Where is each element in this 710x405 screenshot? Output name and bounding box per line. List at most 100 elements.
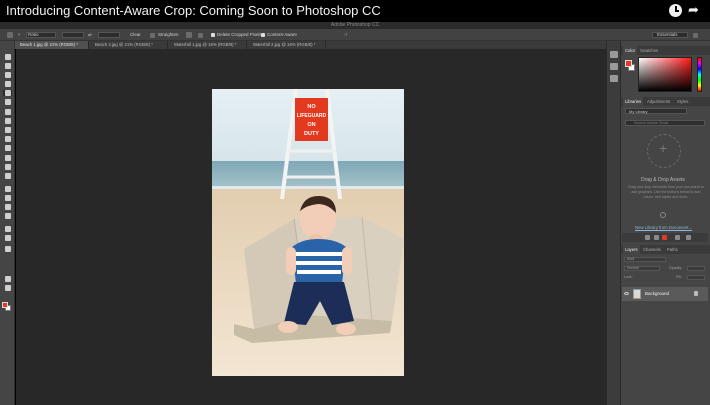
video-header: Introducing Content-Aware Crop: Coming S…: [0, 0, 710, 22]
height-field[interactable]: [98, 32, 120, 38]
workspace-label: Essentials: [657, 32, 678, 37]
tab-adjustments[interactable]: Adjustments: [645, 97, 672, 106]
layers-panel-tabs: Layers Channels Paths: [621, 245, 710, 254]
right-panels: Color Swatches Libraries Adjustments Sty…: [620, 41, 710, 405]
zoom-tool-icon[interactable]: [3, 235, 12, 241]
panel-icon-strip: [606, 41, 620, 405]
hue-slider[interactable]: [697, 57, 702, 92]
crop-tool-icon[interactable]: [7, 32, 13, 38]
path-select-tool-icon[interactable]: [3, 204, 12, 210]
layer-thumbnail: [633, 289, 641, 299]
cloud-icon[interactable]: [675, 235, 680, 240]
layer-name: Background: [645, 291, 670, 296]
marquee-tool-icon[interactable]: [3, 63, 12, 69]
eraser-tool-icon[interactable]: [3, 145, 12, 151]
brush-tool-icon[interactable]: [3, 118, 12, 124]
video-title[interactable]: Introducing Content-Aware Crop: Coming S…: [6, 3, 381, 18]
pen-tool-icon[interactable]: [3, 186, 12, 192]
new-library-link[interactable]: New Library from Document...: [635, 225, 692, 230]
history-brush-tool-icon[interactable]: [3, 136, 12, 142]
canvas-area[interactable]: NO LIFEGUARD ON DUTY: [16, 49, 620, 405]
clear-button[interactable]: Clear: [130, 31, 141, 39]
blend-mode-select[interactable]: Normal: [624, 266, 660, 271]
library-select[interactable]: My Library: [625, 108, 687, 114]
workspace-select[interactable]: Essentials: [652, 32, 688, 38]
tab-paths[interactable]: Paths: [665, 245, 680, 254]
delete-cropped-checkbox[interactable]: [211, 33, 215, 37]
properties-panel-icon[interactable]: [610, 63, 618, 70]
stock-search-input[interactable]: Search Adobe Stock: [625, 120, 705, 126]
sign-text-2: LIFEGUARD: [297, 113, 327, 119]
tab-styles[interactable]: Styles: [675, 97, 690, 106]
layer-kind-label: Kind: [627, 257, 635, 261]
panel-foreground-swatch[interactable]: [625, 60, 632, 67]
healing-tool-icon[interactable]: [3, 109, 12, 115]
stock-search-placeholder: Search Adobe Stock: [634, 120, 669, 125]
move-tool-icon[interactable]: [3, 54, 12, 60]
screen-mode-icon[interactable]: [3, 285, 12, 291]
library-panel-tabs: Libraries Adjustments Styles: [621, 97, 710, 106]
visibility-eye-icon[interactable]: [624, 292, 629, 295]
dodge-tool-icon[interactable]: [3, 173, 12, 179]
stamp-tool-icon[interactable]: [3, 127, 12, 133]
overlay-grid-icon[interactable]: [186, 32, 192, 38]
quick-select-tool-icon[interactable]: [3, 81, 12, 87]
straighten-icon[interactable]: [150, 33, 155, 38]
gradient-tool-icon[interactable]: [3, 155, 12, 161]
crop-tool-icon[interactable]: [3, 90, 12, 96]
app-name: Adobe Photoshop CC: [330, 22, 380, 28]
info-icon[interactable]: [660, 212, 666, 218]
lasso-tool-icon[interactable]: [3, 72, 12, 78]
lock-icon: [694, 291, 698, 296]
tab-color[interactable]: Color: [623, 46, 638, 55]
add-color-icon[interactable]: [662, 235, 667, 240]
drag-drop-text: Drag and drop elements from your documen…: [628, 185, 704, 199]
content-aware-label: Content-Aware: [267, 32, 297, 37]
tab-waterfall-2[interactable]: Waterfall 2.jpg @ 16% (RGB/8) *: [248, 41, 326, 49]
foreground-color-swatch[interactable]: [2, 302, 8, 308]
rectangle-tool-icon[interactable]: [3, 213, 12, 219]
reset-icon[interactable]: ↺: [344, 31, 348, 39]
tab-beach-2[interactable]: Beach 2.jpg @ 21% (RGB/8) *: [90, 41, 168, 49]
hand-tool-icon[interactable]: [3, 226, 12, 232]
document-photo[interactable]: NO LIFEGUARD ON DUTY: [212, 89, 404, 376]
tab-swatches[interactable]: Swatches: [638, 46, 660, 55]
tab-channels[interactable]: Channels: [641, 245, 663, 254]
options-bar: ▾ Ratio ⇄ Clear Straighten Delete Croppe…: [0, 29, 710, 41]
sign-text-1: NO: [307, 104, 316, 110]
settings-gear-icon[interactable]: [198, 33, 203, 38]
drag-drop-title: Drag & Drop Assets: [641, 177, 685, 183]
content-aware-checkbox[interactable]: [261, 33, 265, 37]
app-title-bar: Adobe Photoshop CC: [0, 22, 710, 29]
tab-beach-1[interactable]: Beach 1.jpg @ 21% (RGB/8) *: [15, 41, 89, 49]
color-picker-field[interactable]: [638, 57, 692, 92]
character-panel-icon[interactable]: [610, 75, 618, 82]
opacity-label: Opacity:: [669, 266, 683, 270]
clock-icon[interactable]: [669, 4, 682, 17]
fill-field[interactable]: [687, 275, 705, 280]
blur-tool-icon[interactable]: [3, 164, 12, 170]
eyedropper-tool-icon[interactable]: [3, 99, 12, 105]
straighten-button[interactable]: Straighten: [158, 31, 179, 39]
add-text-icon[interactable]: [654, 235, 659, 240]
delete-cropped-label: Delete Cropped Pixels: [217, 32, 262, 37]
tab-layers[interactable]: Layers: [623, 245, 640, 254]
tab-waterfall-1[interactable]: Waterfall 1.jpg @ 16% (RGB/8) *: [169, 41, 247, 49]
type-tool-icon[interactable]: [3, 195, 12, 201]
history-panel-icon[interactable]: [610, 51, 618, 58]
ratio-select[interactable]: Ratio: [26, 32, 56, 38]
search-icon[interactable]: [693, 33, 698, 38]
library-delete-icon[interactable]: [686, 235, 691, 240]
document-tabs: Beach 1.jpg @ 21% (RGB/8) * Beach 2.jpg …: [15, 41, 620, 49]
opacity-field[interactable]: [687, 266, 705, 271]
width-field[interactable]: [62, 32, 84, 38]
share-icon[interactable]: ➦: [688, 3, 699, 17]
more-tools-icon[interactable]: [3, 246, 12, 252]
tab-libraries[interactable]: Libraries: [623, 97, 644, 106]
add-asset-icon: +: [659, 140, 668, 156]
add-graphic-icon[interactable]: [645, 235, 650, 240]
tool-preset-chevron-icon[interactable]: ▾: [18, 31, 20, 39]
layer-kind-filter[interactable]: Kind: [624, 257, 666, 262]
swap-icon[interactable]: ⇄: [88, 31, 92, 39]
quick-mask-icon[interactable]: [3, 276, 12, 282]
